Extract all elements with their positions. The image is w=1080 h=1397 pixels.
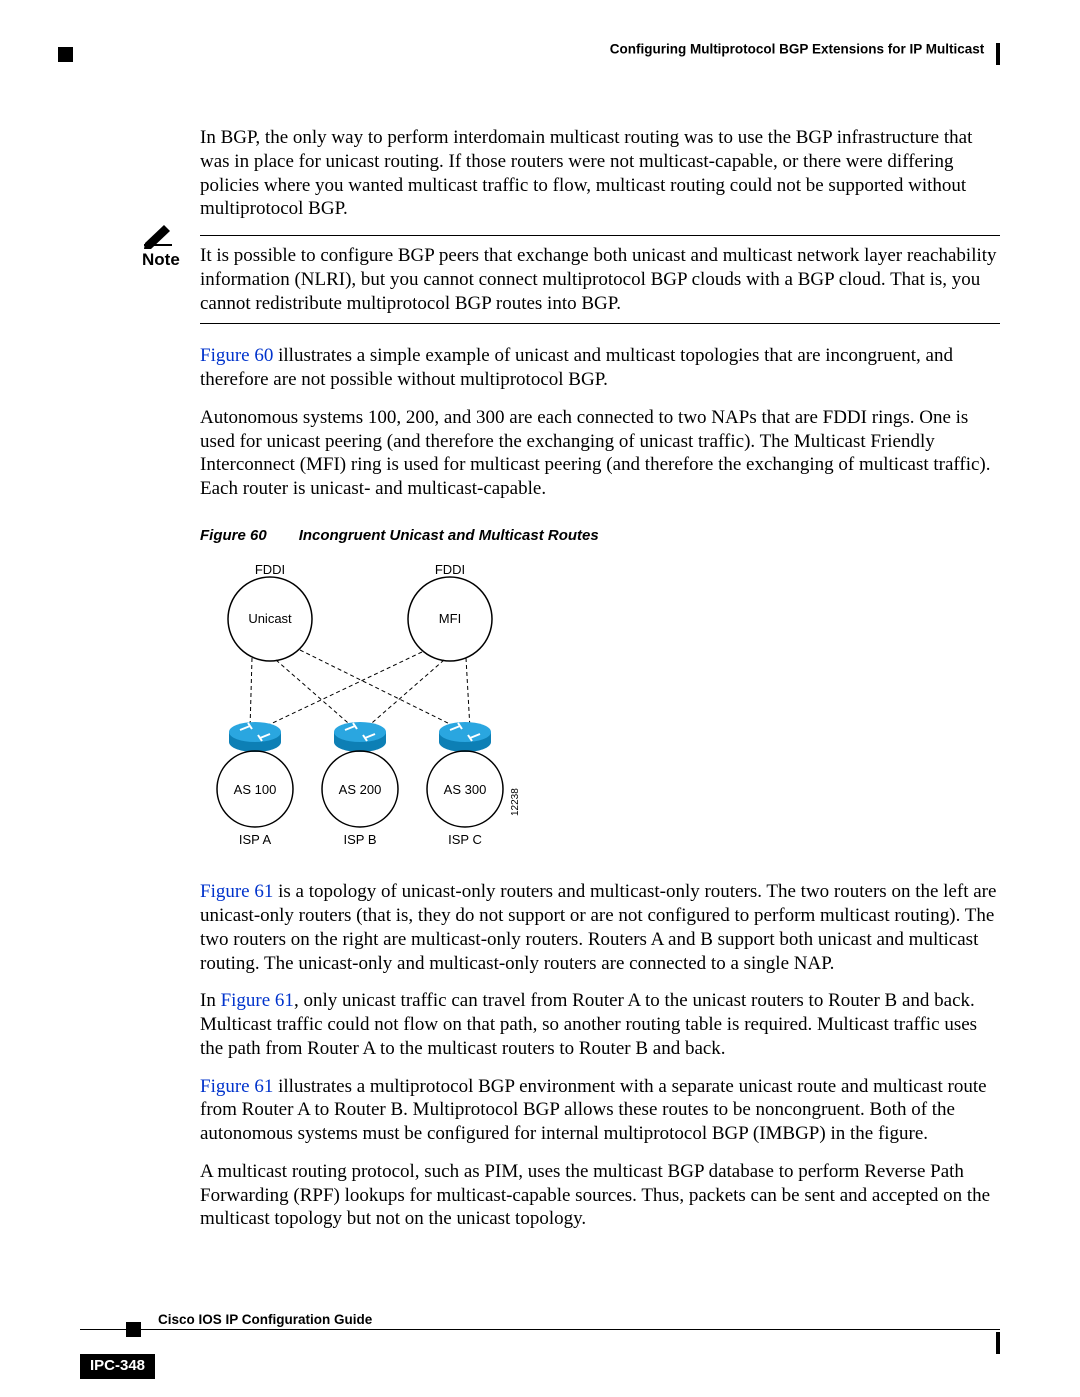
- figure-caption: Figure 60 Incongruent Unicast and Multica…: [200, 527, 1000, 546]
- label-as200: AS 200: [339, 782, 382, 797]
- label-as100: AS 100: [234, 782, 277, 797]
- router-icon-as100: [229, 722, 281, 752]
- figure-number: Figure 60: [200, 527, 267, 544]
- paragraph-4: Figure 61 is a topology of unicast-only …: [200, 880, 1000, 975]
- router-icon-as300: [439, 722, 491, 752]
- note-divider-top: [200, 235, 1000, 236]
- label-fddi-left: FDDI: [255, 564, 285, 577]
- label-ispa: ISP A: [239, 832, 272, 847]
- note-text: It is possible to configure BGP peers th…: [200, 244, 1000, 315]
- paragraph-6-text: illustrates a multiprotocol BGP environm…: [200, 1076, 987, 1145]
- figure-60-link[interactable]: Figure 60: [200, 345, 273, 366]
- decor-square-top: [58, 47, 73, 62]
- running-header: Configuring Multiprotocol BGP Extensions…: [610, 39, 1000, 61]
- label-as300: AS 300: [444, 782, 487, 797]
- paragraph-4-text: is a topology of unicast-only routers an…: [200, 881, 996, 973]
- figure-60-diagram: FDDI FDDI Unicast MFI: [200, 564, 1000, 861]
- paragraph-5: In Figure 61, only unicast traffic can t…: [200, 989, 1000, 1060]
- header-tick-mark: [996, 43, 1000, 65]
- figure-id: 12238: [510, 787, 521, 815]
- note-divider-bottom: [200, 323, 1000, 324]
- label-fddi-right: FDDI: [435, 564, 465, 577]
- paragraph-2: Figure 60 illustrates a simple example o…: [200, 344, 1000, 392]
- paragraph-5-text: , only unicast traffic can travel from R…: [200, 990, 977, 1059]
- label-unicast: Unicast: [248, 611, 292, 626]
- note-block: Note It is possible to configure BGP pee…: [200, 235, 1000, 324]
- figure-61-link-1[interactable]: Figure 61: [200, 881, 273, 902]
- paragraph-7: A multicast routing protocol, such as PI…: [200, 1160, 1000, 1231]
- label-mfi: MFI: [439, 611, 461, 626]
- page-number-badge: IPC-348: [80, 1354, 155, 1379]
- paragraph-1: In BGP, the only way to perform interdom…: [200, 126, 1000, 221]
- header-title: Configuring Multiprotocol BGP Extensions…: [610, 42, 985, 57]
- decor-square-footer: [126, 1322, 141, 1337]
- paragraph-6: Figure 61 illustrates a multiprotocol BG…: [200, 1075, 1000, 1146]
- paragraph-5-pre: In: [200, 990, 221, 1011]
- note-label: Note: [142, 249, 180, 270]
- router-icon-as200: [334, 722, 386, 752]
- footer: Cisco IOS IP Configuration Guide: [80, 1329, 1000, 1359]
- figure-61-link-2[interactable]: Figure 61: [221, 990, 294, 1011]
- paragraph-2-text: illustrates a simple example of unicast …: [200, 345, 953, 390]
- footer-tick-mark: [996, 1332, 1000, 1354]
- paragraph-3: Autonomous systems 100, 200, and 300 are…: [200, 406, 1000, 501]
- label-ispc: ISP C: [448, 832, 482, 847]
- figure-title: Incongruent Unicast and Multicast Routes: [299, 527, 599, 544]
- figure-61-link-3[interactable]: Figure 61: [200, 1076, 273, 1097]
- footer-guide-title: Cisco IOS IP Configuration Guide: [154, 1312, 376, 1329]
- label-ispb: ISP B: [343, 832, 376, 847]
